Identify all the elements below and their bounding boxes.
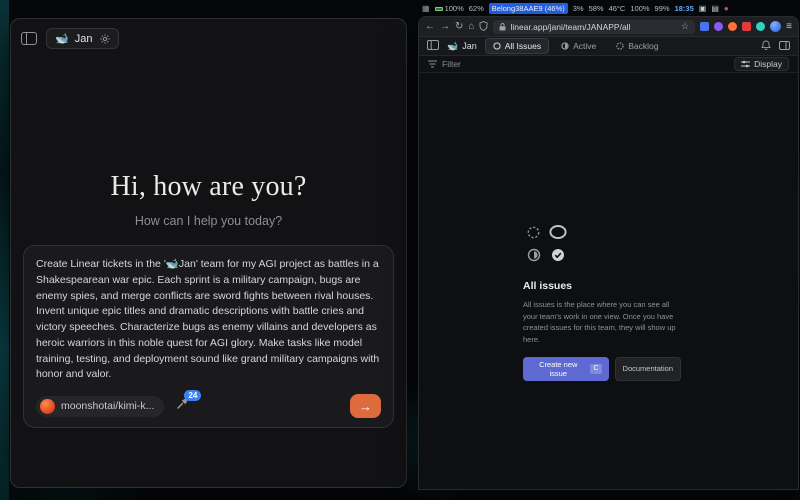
- empty-state-actions: Create new issue C Documentation: [523, 357, 681, 381]
- model-name-label: moonshotai/kimi-k...: [61, 400, 154, 412]
- refresh-icon[interactable]: ↻: [455, 22, 463, 32]
- prompt-input[interactable]: Create Linear tickets in the '🐋Jan' team…: [36, 257, 381, 383]
- tab-backlog[interactable]: Backlog: [608, 38, 666, 54]
- profile-avatar[interactable]: [770, 21, 781, 32]
- wallpaper-accent: [0, 0, 9, 500]
- forward-icon[interactable]: →: [440, 22, 450, 32]
- todo-status-icon: [549, 225, 567, 244]
- home-icon[interactable]: ⌂: [468, 22, 474, 32]
- linear-view-tabs: All Issues Active Backlog: [485, 38, 667, 54]
- in-progress-status-icon: [527, 248, 541, 267]
- tab-active[interactable]: Active: [553, 38, 604, 54]
- linear-filter-bar: Filter Display: [419, 56, 798, 73]
- brightness-status: 99%: [655, 4, 670, 13]
- chat-app-window: 🐋 Jan Hi, how are you? How can I help yo…: [10, 18, 407, 488]
- greeting-block: Hi, how are you? How can I help you toda…: [11, 171, 406, 228]
- layout-panel-icon[interactable]: [779, 37, 790, 55]
- linear-header-actions: [761, 37, 790, 55]
- display-sliders-icon: [741, 60, 750, 68]
- linear-team-label[interactable]: 🐋 Jan: [447, 41, 477, 52]
- lock-icon: [499, 18, 506, 36]
- sidebar-toggle-icon[interactable]: [21, 32, 37, 45]
- extension-icon[interactable]: [714, 22, 723, 31]
- active-icon: [561, 42, 569, 50]
- extension-icon[interactable]: [700, 22, 709, 31]
- extension-icon[interactable]: [742, 22, 751, 31]
- screenshot-icon[interactable]: ▣: [699, 4, 707, 13]
- team-name-label: Jan: [75, 33, 93, 45]
- volume-status: 62%: [469, 4, 484, 13]
- filter-icon: [428, 60, 437, 68]
- address-bar[interactable]: linear.app/jani/team/JANAPP/all ☆: [493, 20, 695, 34]
- temperature-status: 46°C: [609, 4, 626, 13]
- team-selector[interactable]: 🐋 Jan: [46, 28, 119, 49]
- browser-menu-icon[interactable]: ≡: [786, 21, 792, 32]
- linear-header: 🐋 Jan All Issues Active Backlog: [419, 37, 798, 56]
- battery-icon: [435, 7, 443, 11]
- documentation-button[interactable]: Documentation: [615, 357, 681, 381]
- tools-button[interactable]: 24: [176, 397, 189, 415]
- tools-count-badge: 24: [184, 390, 201, 401]
- tray-menu-icon[interactable]: ▤: [711, 4, 719, 13]
- linear-sidebar-toggle-icon[interactable]: [427, 37, 439, 55]
- gear-icon[interactable]: [100, 34, 110, 44]
- filter-button[interactable]: Filter: [428, 59, 461, 69]
- tab-all-issues[interactable]: All Issues: [485, 38, 549, 54]
- wifi-status[interactable]: Belong38AAE9 (46%): [489, 3, 568, 14]
- greeting-subtitle: How can I help you today?: [11, 214, 406, 228]
- composer-toolbar: moonshotai/kimi-k... 24 →: [36, 394, 381, 418]
- chat-titlebar: 🐋 Jan: [11, 19, 406, 53]
- tray-indicator-icon: ▦: [422, 4, 430, 13]
- linear-team-name: Jan: [462, 41, 477, 51]
- memory-status: 58%: [589, 4, 604, 13]
- done-status-icon: [551, 248, 565, 267]
- all-issues-empty-state: All issues All issues is the place where…: [523, 225, 681, 381]
- browser-toolbar: ← → ↻ ⌂ linear.app/jani/team/JANAPP/all …: [419, 17, 798, 37]
- issue-status-icons: [525, 225, 681, 267]
- empty-state-description: All issues is the place where you can se…: [523, 299, 681, 346]
- desktop: 🐋 Jan Hi, how are you? How can I help yo…: [0, 0, 800, 500]
- disk-status: 100%: [630, 4, 649, 13]
- linear-content: All issues All issues is the place where…: [419, 73, 798, 489]
- prompt-composer[interactable]: Create Linear tickets in the '🐋Jan' team…: [23, 245, 394, 428]
- battery-status: 100%: [435, 4, 464, 13]
- create-new-issue-button[interactable]: Create new issue C: [523, 357, 609, 381]
- bookmark-star-icon[interactable]: ☆: [681, 21, 689, 32]
- cpu-status: 3%: [573, 4, 584, 13]
- whale-emoji: 🐋: [447, 41, 458, 52]
- send-arrow-icon: →: [359, 399, 372, 414]
- all-issues-icon: [493, 42, 501, 50]
- model-provider-icon: [40, 399, 55, 414]
- back-icon[interactable]: ←: [425, 22, 435, 32]
- backlog-status-icon: [527, 226, 540, 244]
- shield-icon[interactable]: [479, 18, 488, 36]
- notifications-bell-icon[interactable]: [761, 37, 771, 55]
- record-icon[interactable]: ●: [724, 4, 729, 13]
- system-status-bar: ▦ 100% 62% Belong38AAE9 (46%) 3% 58% 46°…: [419, 2, 798, 15]
- backlog-icon: [616, 42, 624, 50]
- shortcut-hint: C: [590, 364, 601, 374]
- clock: 18:35: [675, 4, 694, 13]
- greeting-title: Hi, how are you?: [11, 171, 406, 203]
- model-selector[interactable]: moonshotai/kimi-k...: [36, 396, 164, 417]
- whale-emoji: 🐋: [55, 32, 69, 45]
- browser-window: ← → ↻ ⌂ linear.app/jani/team/JANAPP/all …: [418, 16, 799, 490]
- send-button[interactable]: →: [350, 394, 381, 418]
- extension-icon[interactable]: [756, 22, 765, 31]
- extension-icon[interactable]: [728, 22, 737, 31]
- url-text: linear.app/jani/team/JANAPP/all: [510, 22, 677, 32]
- display-button[interactable]: Display: [734, 57, 789, 71]
- empty-state-title: All issues: [523, 280, 681, 292]
